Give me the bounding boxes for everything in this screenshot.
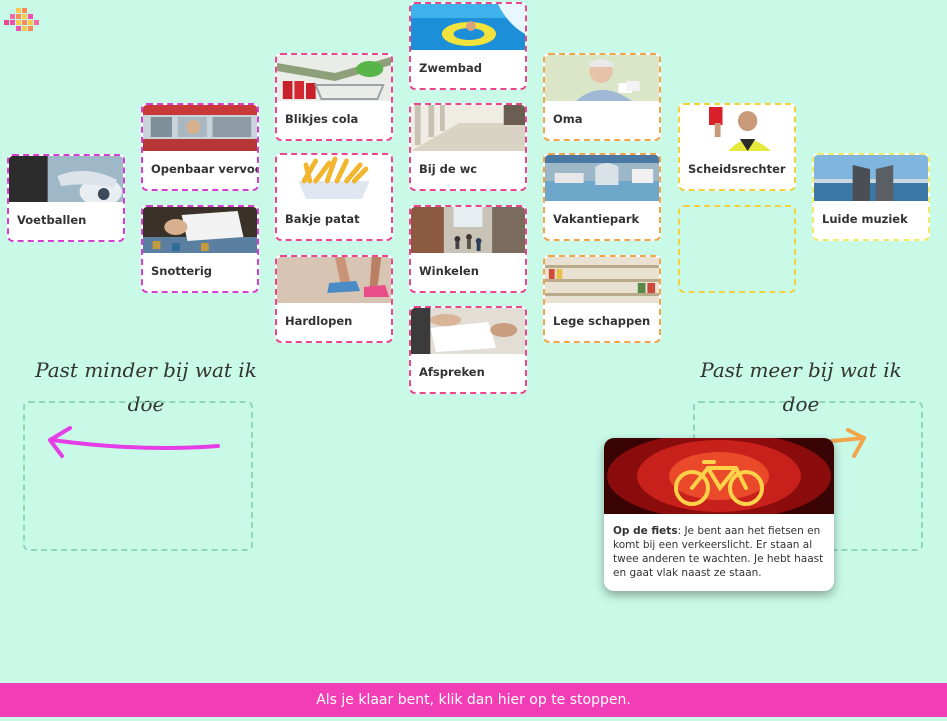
photo-vakantiepark [545, 155, 659, 201]
card-label: Lege schappen [553, 314, 651, 328]
photo-snotterig [143, 207, 257, 253]
photo-op-de-fiets [604, 438, 834, 520]
card-label: Afspreken [419, 365, 485, 379]
card-label: Voetballen [17, 213, 87, 227]
photo-voetballen [9, 156, 123, 206]
zone-label-meer: Past meer bij wat ik doe [700, 358, 902, 416]
card-vakantiepark[interactable]: Vakantiepark [543, 153, 661, 241]
situation-title: Op de fiets [613, 525, 678, 537]
empty-slot[interactable] [678, 205, 796, 293]
arrow-right-icon [830, 428, 866, 458]
card-label: Zwembad [419, 61, 482, 75]
current-situation-card[interactable]: Op de fiets: Je bent aan het fietsen en … [604, 438, 834, 591]
card-label: Openbaar vervoer [151, 162, 259, 176]
card-label: Blikjes cola [285, 112, 359, 126]
card-bakje-patat[interactable]: Bakje patat [275, 153, 393, 241]
photo-scheidsrechter [680, 105, 794, 151]
photo-luide-muziek [814, 155, 928, 201]
logo-icon [4, 8, 39, 31]
card-label: Oma [553, 112, 583, 126]
card-label: Winkelen [419, 264, 479, 278]
photo-lege-schappen [545, 257, 659, 303]
photo-hardlopen [277, 257, 391, 303]
card-label: Scheidsrechter [688, 162, 786, 176]
card-label: Bakje patat [285, 212, 360, 226]
stop-button[interactable]: Als je klaar bent, klik dan hier op te s… [0, 683, 947, 717]
photo-oma [545, 55, 659, 101]
card-hardlopen[interactable]: Hardlopen [275, 255, 393, 343]
photo-bakje-patat [277, 155, 391, 201]
photo-winkelen [411, 207, 525, 253]
card-blikjes-cola[interactable]: Blikjes cola [275, 53, 393, 141]
card-afspreken[interactable]: Afspreken [409, 306, 527, 394]
card-scheidsrechter[interactable]: Scheidsrechter [678, 103, 796, 191]
card-label: Luide muziek [822, 212, 908, 226]
photo-blikjes-cola [277, 55, 391, 101]
card-lege-schappen[interactable]: Lege schappen [543, 255, 661, 343]
card-label: Hardlopen [285, 314, 353, 328]
photo-zwembad [411, 4, 525, 50]
card-voetballen[interactable]: Voetballen [7, 154, 125, 242]
situation-text: Op de fiets: Je bent aan het fietsen en … [604, 518, 834, 580]
photo-afspreken [411, 308, 525, 354]
card-oma[interactable]: Oma [543, 53, 661, 141]
card-label: Bij de wc [419, 162, 478, 176]
card-label: Snotterig [151, 264, 213, 278]
card-zwembad[interactable]: Zwembad [409, 2, 527, 90]
card-openbaar-vervoer[interactable]: Openbaar vervoer [141, 103, 259, 191]
photo-bij-de-wc [411, 105, 525, 151]
card-snotterig[interactable]: Snotterig [141, 205, 259, 293]
card-label: Vakantiepark [553, 212, 640, 226]
card-bij-de-wc[interactable]: Bij de wc [409, 103, 527, 191]
photo-openbaar-vervoer [143, 105, 257, 151]
card-luide-muziek[interactable]: Luide muziek [812, 153, 930, 241]
card-winkelen[interactable]: Winkelen [409, 205, 527, 293]
arrow-left-icon [48, 426, 220, 458]
